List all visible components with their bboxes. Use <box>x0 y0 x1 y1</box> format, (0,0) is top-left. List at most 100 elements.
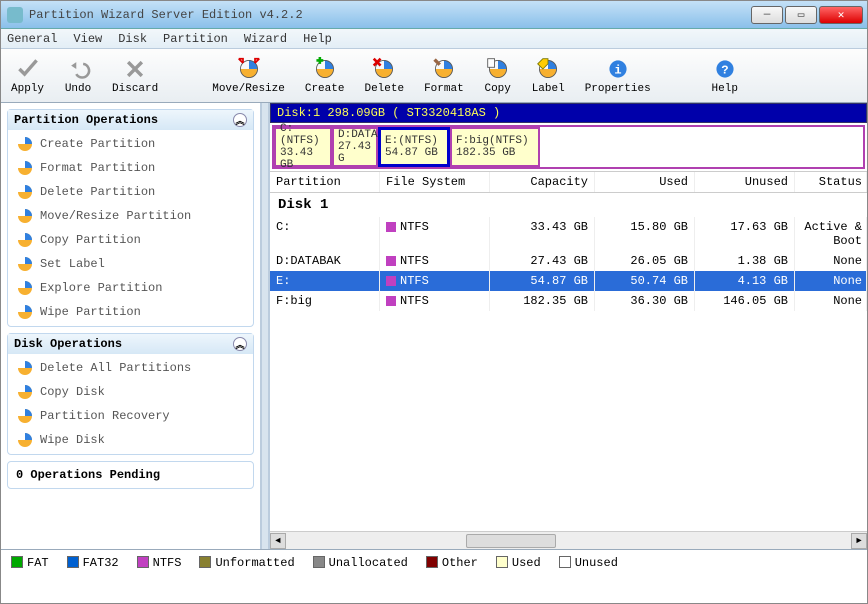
partition-block-size: 54.87 GB <box>385 147 443 159</box>
create-icon <box>311 57 339 81</box>
partition-block[interactable]: F:big(NTFS)182.35 GB <box>450 127 540 167</box>
legend-label: FAT <box>27 556 49 570</box>
table-header: PartitionFile SystemCapacityUsedUnusedSt… <box>270 171 867 193</box>
toolbar-help[interactable]: ?Help <box>711 57 739 95</box>
partition-block-label: C:(NTFS) <box>280 123 326 147</box>
legend-bar: FATFAT32NTFSUnformattedUnallocatedOtherU… <box>1 549 867 575</box>
cell-stat: None <box>795 251 867 271</box>
op-label: Move/Resize Partition <box>40 209 191 223</box>
op-item[interactable]: Move/Resize Partition <box>8 204 253 228</box>
cell-fs: NTFS <box>380 251 490 271</box>
svg-text:?: ? <box>721 63 728 77</box>
column-header[interactable]: Unused <box>695 172 795 192</box>
toolbar-undo[interactable]: Undo <box>64 57 92 95</box>
collapse-icon[interactable]: ︽ <box>233 337 247 351</box>
table-row[interactable]: E:NTFS54.87 GB50.74 GB4.13 GBNone <box>270 271 867 291</box>
legend-label: Unformatted <box>215 556 294 570</box>
op-icon <box>16 231 34 249</box>
toolbar-moveresize[interactable]: Move/Resize <box>212 57 285 95</box>
op-item[interactable]: Create Partition <box>8 132 253 156</box>
toolbar-discard[interactable]: Discard <box>112 57 158 95</box>
legend-swatch <box>496 556 508 568</box>
op-item[interactable]: Wipe Partition <box>8 300 253 324</box>
splitter[interactable] <box>261 103 269 549</box>
op-label: Wipe Disk <box>40 433 105 447</box>
table-row[interactable]: C:NTFS33.43 GB15.80 GB17.63 GBActive & B… <box>270 217 867 251</box>
op-icon <box>16 279 34 297</box>
legend-item: FAT <box>11 556 49 570</box>
legend-label: FAT32 <box>83 556 119 570</box>
menu-item[interactable]: View <box>73 32 102 46</box>
partition-block-size: 27.43 G <box>338 141 372 165</box>
legend-swatch <box>67 556 79 568</box>
table-row[interactable]: F:bigNTFS182.35 GB36.30 GB146.05 GBNone <box>270 291 867 311</box>
cell-stat: Active & Boot <box>795 217 867 251</box>
toolbar-format[interactable]: Format <box>424 57 464 95</box>
column-header[interactable]: Status <box>795 172 867 192</box>
toolbar-label: Delete <box>364 83 404 95</box>
op-item[interactable]: Set Label <box>8 252 253 276</box>
toolbar-label: Copy <box>484 83 510 95</box>
right-pane: Disk:1 298.09GB ( ST3320418AS ) C:(NTFS)… <box>269 103 867 549</box>
props-icon: i <box>604 57 632 81</box>
column-header[interactable]: Partition <box>270 172 380 192</box>
cell-fs: NTFS <box>380 271 490 291</box>
op-icon <box>16 183 34 201</box>
toolbar-label[interactable]: Label <box>532 57 565 95</box>
toolbar-apply[interactable]: Apply <box>11 57 44 95</box>
copy-icon <box>484 57 512 81</box>
scroll-right-icon[interactable]: ► <box>851 533 867 549</box>
toolbar-label: Undo <box>65 83 91 95</box>
partition-block[interactable]: D:DATAB27.43 G <box>332 127 378 167</box>
op-icon <box>16 135 34 153</box>
column-header[interactable]: Capacity <box>490 172 595 192</box>
column-header[interactable]: File System <box>380 172 490 192</box>
legend-item: FAT32 <box>67 556 119 570</box>
scroll-thumb[interactable] <box>466 534 556 548</box>
minimize-button[interactable]: — <box>751 6 783 24</box>
legend-label: NTFS <box>153 556 182 570</box>
table-row[interactable]: D:DATABAKNTFS27.43 GB26.05 GB1.38 GBNone <box>270 251 867 271</box>
collapse-icon[interactable]: ︽ <box>233 113 247 127</box>
legend-item: Unformatted <box>199 556 294 570</box>
op-item[interactable]: Wipe Disk <box>8 428 253 452</box>
cell-cap: 27.43 GB <box>490 251 595 271</box>
menu-item[interactable]: Wizard <box>244 32 287 46</box>
close-button[interactable]: ✕ <box>819 6 863 24</box>
cell-fs: NTFS <box>380 217 490 251</box>
cell-stat: None <box>795 291 867 311</box>
partition-block[interactable]: E:(NTFS)54.87 GB <box>378 127 450 167</box>
menu-item[interactable]: Disk <box>118 32 147 46</box>
toolbar-label: Move/Resize <box>212 83 285 95</box>
legend-item: NTFS <box>137 556 182 570</box>
cell-cap: 182.35 GB <box>490 291 595 311</box>
menu-item[interactable]: Help <box>303 32 332 46</box>
op-icon <box>16 407 34 425</box>
op-icon <box>16 207 34 225</box>
op-icon <box>16 303 34 321</box>
toolbar-copy[interactable]: Copy <box>484 57 512 95</box>
menu-bar: General View Disk Partition Wizard Help <box>1 29 867 49</box>
toolbar-create[interactable]: Create <box>305 57 345 95</box>
op-item[interactable]: Partition Recovery <box>8 404 253 428</box>
horizontal-scrollbar[interactable]: ◄ ► <box>270 531 867 549</box>
toolbar-properties[interactable]: iProperties <box>585 57 651 95</box>
toolbar-delete[interactable]: Delete <box>364 57 404 95</box>
partition-block[interactable]: C:(NTFS)33.43 GB <box>274 127 332 167</box>
op-label: Delete All Partitions <box>40 361 191 375</box>
op-item[interactable]: Format Partition <box>8 156 253 180</box>
op-item[interactable]: Delete All Partitions <box>8 356 253 380</box>
column-header[interactable]: Used <box>595 172 695 192</box>
scroll-left-icon[interactable]: ◄ <box>270 533 286 549</box>
op-item[interactable]: Copy Disk <box>8 380 253 404</box>
legend-swatch <box>313 556 325 568</box>
op-item[interactable]: Copy Partition <box>8 228 253 252</box>
help-icon: ? <box>711 57 739 81</box>
op-item[interactable]: Delete Partition <box>8 180 253 204</box>
cell-unused: 17.63 GB <box>695 217 795 251</box>
menu-item[interactable]: General <box>7 32 57 46</box>
cell-unused: 146.05 GB <box>695 291 795 311</box>
maximize-button[interactable]: ▭ <box>785 6 817 24</box>
op-item[interactable]: Explore Partition <box>8 276 253 300</box>
menu-item[interactable]: Partition <box>163 32 228 46</box>
